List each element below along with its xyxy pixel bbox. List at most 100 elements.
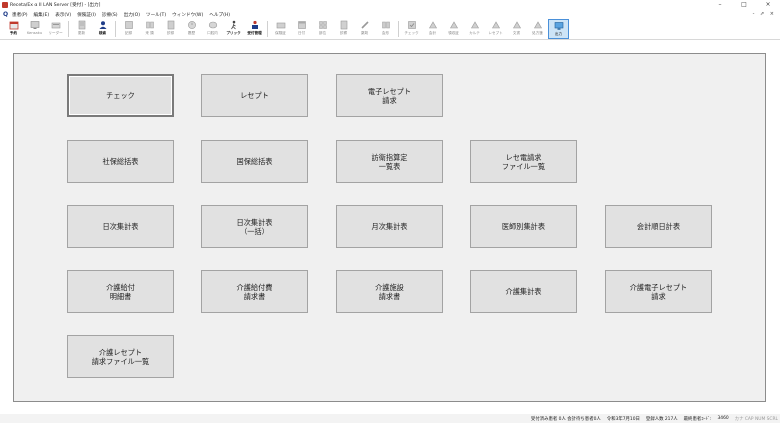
menu-tools[interactable]: ツール(T) [146,12,166,18]
minimize-button[interactable]: – [708,0,732,10]
toolbar-label: 会計 [428,31,437,35]
arrival-icon [145,20,155,30]
toolbar-label: 予約 [9,31,18,35]
reception-icon [250,20,260,30]
menu-patient[interactable]: 患者(P) [12,12,28,18]
toolbar-label: 会形 [381,31,390,35]
care-benefit-statement-button[interactable]: 介護給付 明細書 [67,270,174,313]
care-benefit-invoice-button[interactable]: 介護給付費 請求書 [201,270,308,313]
document-icon [512,20,522,30]
kokuho-summary-button[interactable]: 国保総括表 [201,140,308,183]
close-button[interactable]: × [756,0,780,10]
toolbar-label: 保険証 [275,31,286,35]
toolbar-prescription[interactable]: 処方箋 [527,19,548,39]
menu-window[interactable]: ウィンドウ(W) [172,12,203,18]
maximize-button[interactable]: □ [732,0,756,10]
status-last-patient-label: 最終患者ｺｰﾄﾞ: [683,416,712,422]
toolbar-medicine[interactable]: 薬剤 [354,19,375,39]
check-button[interactable]: チェック [67,74,174,117]
toolbar-separator [267,21,268,37]
toolbar-label: Kensaku [27,31,42,35]
menu-treatment[interactable]: 診療(S) [102,12,118,18]
toolbar-date[interactable]: 日付 [291,19,312,39]
window-title: Receta/Ex α II LAN Server [受付] - [出力] [10,3,101,8]
search-person-icon [98,20,108,30]
record-icon [124,20,134,30]
app-menu-icon[interactable]: Q [3,11,10,18]
toolbar: 予約 Kensaku リーダー 更新 検索 記録 来 頭 診録 履歴 口腔内 プ… [0,19,780,40]
menu-edit[interactable]: 編集(E) [34,12,50,18]
toolbar-label: リーダー [48,31,63,35]
toolbar-document[interactable]: 文書 [506,19,527,39]
toolbar-chart[interactable]: 診録 [160,19,181,39]
walking-icon [229,20,239,30]
status-patient-counts: 受付済み患者 0人 会計待ち患者0人 [530,416,601,422]
toolbar-separator [115,21,116,37]
mdi-controls[interactable]: - ⇗ × [753,10,776,19]
toolbar-history[interactable]: 履歴 [181,19,202,39]
chart-icon [166,20,176,30]
title-bar: Receta/Ex α II LAN Server [受付] - [出力] – … [0,0,780,10]
toolbar-label: 処方箋 [532,31,543,35]
visit-hygiene-list-button[interactable]: 訪衛指算定 一覧表 [336,140,443,183]
daily-summary-button[interactable]: 日次集計表 [67,205,174,248]
toolbar-arrival[interactable]: 来 頭 [139,19,160,39]
status-key-indicators: カナ CAP NUM SCRL [734,416,778,422]
care-facility-invoice-button[interactable]: 介護施設 請求書 [336,270,443,313]
toolbar-exam[interactable]: 診察 [333,19,354,39]
toolbar-output[interactable]: 出力 [548,19,569,39]
region-icon [318,20,328,30]
app-window: Receta/Ex α II LAN Server [受付] - [出力] – … [0,0,780,423]
menu-insurance[interactable]: 保険証(I) [77,12,96,18]
care-electronic-rezept-button[interactable]: 介護電子レセプト 請求 [605,270,712,313]
toolbar-reception[interactable]: 受付管理 [244,19,265,39]
toolbar-reservation[interactable]: 予約 [3,19,24,39]
toolbar-form[interactable]: 会形 [375,19,396,39]
toolbar-label: 診録 [166,31,175,35]
monitor-icon [30,20,40,30]
calendar-icon [9,20,19,30]
menu-view[interactable]: 表示(V) [55,12,71,18]
toolbar-label: 口腔内 [207,31,218,35]
history-icon [187,20,197,30]
electronic-rezept-claim-button[interactable]: 電子レセプト 請求 [336,74,443,117]
mouth-icon [208,20,218,30]
toolbar-rezept[interactable]: レセプト [485,19,506,39]
care-summary-button[interactable]: 介護集計表 [470,270,577,313]
toolbar-billing[interactable]: 会計 [422,19,443,39]
toolbar-label: 履歴 [187,31,196,35]
toolbar-walk[interactable]: プリック [223,19,244,39]
toolbar-label: チェック [404,31,419,35]
toolbar-receipt[interactable]: 領収証 [443,19,464,39]
shaho-summary-button[interactable]: 社保総括表 [67,140,174,183]
toolbar-record[interactable]: 記録 [118,19,139,39]
rezept-button[interactable]: レセプト [201,74,308,117]
output-panel: チェック レセプト 電子レセプト 請求 社保総括表 国保総括表 訪衛指算定 一覧… [13,53,766,402]
toolbar-check[interactable]: チェック [401,19,422,39]
daily-summary-bulk-button[interactable]: 日次集計表 （一括） [201,205,308,248]
toolbar-label: カルテ [469,31,480,35]
toolbar-label: プリック [226,31,241,35]
toolbar-mouth[interactable]: 口腔内 [202,19,223,39]
toolbar-label: 部位 [318,31,327,35]
care-rezept-file-list-button[interactable]: 介護レセプト 請求ファイル一覧 [67,335,174,378]
status-bar: 受付済み患者 0人 会計待ち患者0人 令和3年7月10日 登録人数 217人 最… [0,414,780,423]
menu-help[interactable]: ヘルプ(H) [209,12,230,18]
toolbar-label: 受付管理 [247,31,262,35]
menu-output[interactable]: 出力(O) [124,12,140,18]
doctor-summary-button[interactable]: 医師別集計表 [470,205,577,248]
toolbar-kensaku[interactable]: Kensaku [24,19,45,39]
toolbar-search[interactable]: 検索 [92,19,113,39]
karte-icon [470,20,480,30]
rezept-file-list-button[interactable]: レセ電請求 ファイル一覧 [470,140,577,183]
toolbar-region[interactable]: 部位 [312,19,333,39]
toolbar-label: レセプト [488,31,503,35]
toolbar-karte[interactable]: カルテ [464,19,485,39]
toolbar-reader[interactable]: リーダー [45,19,66,39]
toolbar-refresh[interactable]: 更新 [71,19,92,39]
insurance-icon [276,20,286,30]
toolbar-insurance[interactable]: 保険証 [270,19,291,39]
billing-daily-report-button[interactable]: 会計順日計表 [605,205,712,248]
monthly-summary-button[interactable]: 月次集計表 [336,205,443,248]
status-date: 令和3年7月10日 [606,416,640,422]
